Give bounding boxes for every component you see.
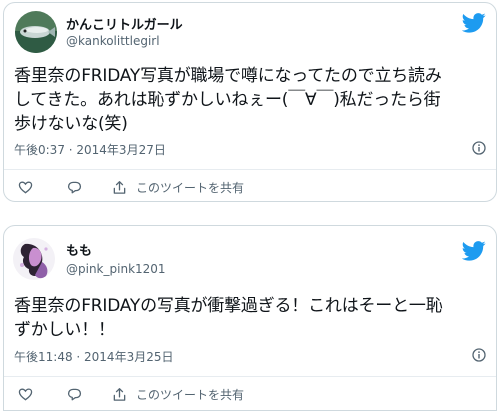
share-icon <box>113 387 126 401</box>
like-button[interactable] <box>18 179 33 195</box>
avatar[interactable] <box>15 11 57 53</box>
twitter-bird-icon[interactable] <box>462 13 486 33</box>
tweet-text-line: 香里奈のFRIDAY写真が職場で噂になってたので立ち読み <box>14 66 442 86</box>
share-label: このツイートを共有 <box>136 180 245 195</box>
twitter-bird-icon[interactable] <box>462 241 486 261</box>
info-icon[interactable] <box>472 141 486 155</box>
like-button[interactable] <box>18 386 33 402</box>
heart-icon <box>18 180 33 193</box>
user-handle[interactable]: @pink_pink1201 <box>66 262 166 276</box>
tweet-text-line: 歩けないな(笑) <box>14 114 128 134</box>
reply-button[interactable] <box>67 179 82 195</box>
reply-button[interactable] <box>67 386 82 402</box>
tweet-actions: このツイートを共有 <box>4 376 496 406</box>
share-label: このツイートを共有 <box>136 387 245 402</box>
tweet-card[interactable]: かんこリトルガール @kankolittlegirl 香里奈のFRIDAY写真が… <box>3 2 497 202</box>
heart-icon <box>18 387 33 400</box>
comment-icon <box>67 388 82 400</box>
tweet-card[interactable]: もも @pink_pink1201 香里奈のFRIDAYの写真が衝撃過ぎる！これ… <box>3 225 497 411</box>
avatar[interactable] <box>13 238 55 280</box>
user-handle[interactable]: @kankolittlegirl <box>66 34 160 48</box>
tweet-timestamp[interactable]: 午後11:48 · 2014年3月25日 <box>14 348 173 365</box>
tweet-timestamp[interactable]: 午後0:37 · 2014年3月27日 <box>14 141 166 158</box>
tweet-text-line: してきた。あれは恥ずかしいねぇー(￣∀￣)私だったら街 <box>14 90 441 110</box>
share-button[interactable]: このツイートを共有 <box>112 386 244 402</box>
tweet-text: 香里奈のFRIDAYの写真が衝撃過ぎる！これはそーと一恥 ずかしい！！ <box>14 294 492 342</box>
tweet-actions: このツイートを共有 <box>4 169 496 199</box>
comment-icon <box>67 181 82 193</box>
share-icon <box>113 180 126 194</box>
display-name[interactable]: かんこリトルガール <box>66 14 183 33</box>
tweet-text-line: ずかしい！！ <box>14 320 115 340</box>
tweet-text: 香里奈のFRIDAY写真が職場で噂になってたので立ち読み してきた。あれは恥ずか… <box>14 64 492 136</box>
info-icon[interactable] <box>472 348 486 362</box>
display-name[interactable]: もも <box>66 240 92 259</box>
share-button[interactable]: このツイートを共有 <box>112 179 244 195</box>
tweet-text-line: 香里奈のFRIDAYの写真が衝撃過ぎる！これはそーと一恥 <box>14 296 443 316</box>
